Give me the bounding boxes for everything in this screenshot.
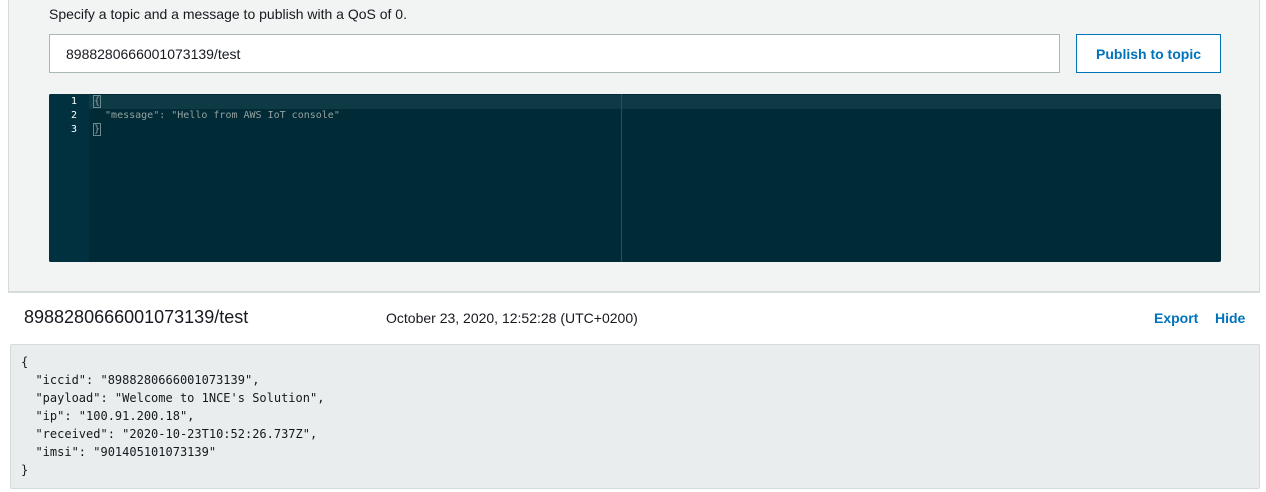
payload-line: "imsi": "901405101073139" (21, 445, 217, 459)
message-editor[interactable]: 1 2 3 { "message": "Hello from AWS IoT c… (49, 94, 1221, 262)
export-link[interactable]: Export (1154, 310, 1198, 326)
active-line-highlight (89, 95, 1221, 109)
line-number: 3 (70, 124, 77, 135)
payload-line: "iccid": "8988280666001073139", (21, 373, 260, 387)
section-divider (8, 292, 1260, 293)
topic-input[interactable] (49, 34, 1060, 73)
code-line[interactable]: { (93, 95, 102, 109)
editor-gutter: 1 2 3 (49, 94, 89, 262)
message-timestamp: October 23, 2020, 12:52:28 (UTC+0200) (386, 310, 638, 326)
code-line[interactable]: "message": "Hello from AWS IoT console" (93, 109, 340, 123)
payload-line: "ip": "100.91.200.18", (21, 409, 195, 423)
bracket-match: } (93, 123, 102, 136)
message-topic: 8988280666001073139/test (24, 307, 249, 327)
payload-line: "received": "2020-10-23T10:52:26.737Z", (21, 427, 318, 441)
payload-line: } (21, 463, 29, 477)
publish-hint: Specify a topic and a message to publish… (49, 6, 407, 22)
print-margin (621, 94, 622, 262)
hide-link[interactable]: Hide (1215, 310, 1245, 326)
message-payload: { "iccid": "8988280666001073139", "paylo… (10, 344, 1260, 489)
bracket-match: { (93, 95, 102, 108)
line-number: 1 (70, 96, 77, 107)
payload-line: "payload": "Welcome to 1NCE's Solution", (21, 391, 325, 405)
code-line[interactable]: } (93, 123, 102, 137)
payload-line: { (21, 355, 29, 369)
publish-to-topic-button[interactable]: Publish to topic (1076, 34, 1221, 73)
line-number: 2 (70, 110, 77, 121)
